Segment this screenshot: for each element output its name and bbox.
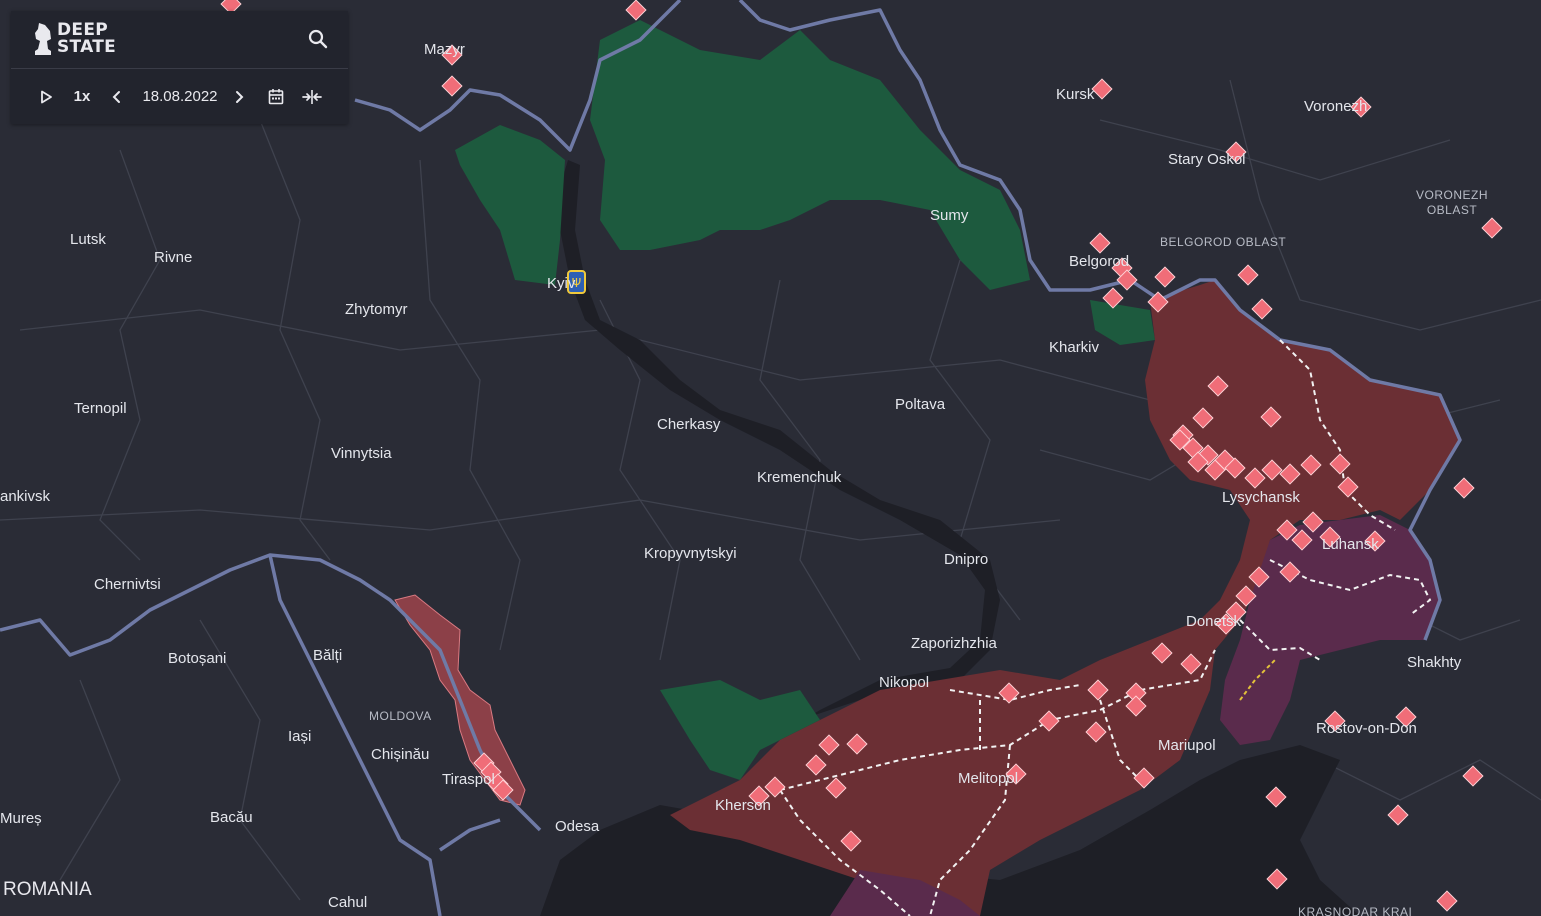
label-lysychansk: Lysychansk	[1222, 489, 1300, 506]
label-moldova: MOLDOVA	[369, 709, 432, 723]
calendar-button[interactable]	[265, 86, 287, 108]
chess-knight-icon	[35, 23, 51, 55]
speed-button[interactable]: 1x	[71, 86, 93, 108]
label-sumy: Sumy	[930, 207, 969, 224]
label-krasnodar: KRASNODAR KRAI	[1298, 905, 1412, 916]
label-voronezh: Voronezh	[1304, 98, 1367, 115]
compare-button[interactable]	[300, 86, 324, 108]
label-belgorod: Belgorod	[1069, 253, 1129, 270]
label-belgorod-oblast: BELGOROD OBLAST	[1160, 235, 1286, 249]
label-ivano-frankivsk: ankivsk	[0, 488, 51, 505]
label-rostov: Rostov-on-Don	[1316, 720, 1417, 737]
playback-controls: 1x 18.08.2022	[11, 69, 348, 124]
label-mures: Mureș	[0, 810, 42, 827]
label-kyiv: Kyiv	[547, 275, 576, 292]
label-kharkiv: Kharkiv	[1049, 339, 1100, 356]
label-kursk: Kursk	[1056, 86, 1095, 103]
label-kherson: Kherson	[715, 797, 771, 814]
play-button[interactable]	[35, 86, 57, 108]
label-tiraspol: Tiraspol	[442, 771, 495, 788]
chevron-right-icon	[236, 90, 244, 103]
label-balti: Bălți	[313, 647, 342, 664]
label-ternopil: Ternopil	[74, 400, 127, 417]
label-cherkasy: Cherkasy	[657, 416, 721, 433]
label-vinnytsia: Vinnytsia	[331, 445, 392, 462]
panel-header: DEEP STATE	[11, 11, 348, 69]
label-chisinau: Chișinău	[371, 746, 429, 763]
label-donetsk: Donetsk	[1186, 613, 1242, 630]
label-dnipro: Dnipro	[944, 551, 988, 568]
label-iasi: Iași	[288, 728, 311, 745]
deepstate-logo[interactable]: DEEP STATE	[33, 21, 116, 57]
play-icon	[41, 90, 52, 103]
label-mazyr: Mazyr	[424, 41, 465, 58]
chevron-left-icon	[112, 90, 120, 103]
calendar-icon	[268, 89, 284, 105]
label-cahul: Cahul	[328, 894, 367, 911]
label-kremenchuk: Kremenchuk	[757, 469, 842, 486]
search-button[interactable]	[306, 27, 330, 51]
label-stary-oskol: Stary Oskol	[1168, 151, 1246, 168]
label-romania: ROMANIA	[3, 879, 92, 900]
logo-text: DEEP STATE	[57, 22, 116, 56]
label-bacau: Bacău	[210, 809, 253, 826]
label-poltava: Poltava	[895, 396, 946, 413]
label-odesa: Odesa	[555, 818, 600, 835]
label-rivne: Rivne	[154, 249, 192, 266]
label-chernivtsi: Chernivtsi	[94, 576, 161, 593]
control-panel: DEEP STATE 1x 18.08.2022	[11, 11, 348, 124]
label-melitopol: Melitopol	[958, 770, 1018, 787]
label-kropyvnytskyi: Kropyvnytskyi	[644, 545, 737, 562]
compare-arrows-icon	[302, 89, 322, 104]
search-icon	[308, 29, 328, 49]
label-luhansk: Luhansk	[1322, 536, 1379, 553]
date-display[interactable]: 18.08.2022	[139, 86, 221, 108]
logo-line-2: STATE	[57, 37, 117, 57]
previous-day-button[interactable]	[107, 86, 127, 108]
map-canvas[interactable]: Ψ Mazyr Kursk Voronezh Stary Oskol VORON…	[0, 0, 1541, 916]
next-day-button[interactable]	[229, 86, 249, 108]
label-lutsk: Lutsk	[70, 231, 106, 248]
label-zhytomyr: Zhytomyr	[345, 301, 408, 318]
label-voronezh-oblast-2: OBLAST	[1427, 203, 1478, 217]
label-nikopol: Nikopol	[879, 674, 929, 691]
label-voronezh-oblast-1: VORONEZH	[1416, 188, 1488, 202]
label-zaporizhzhia: Zaporizhzhia	[911, 635, 998, 652]
label-botosani: Botoșani	[168, 650, 226, 667]
label-mariupol: Mariupol	[1158, 737, 1216, 754]
label-shakhty: Shakhty	[1407, 654, 1462, 671]
